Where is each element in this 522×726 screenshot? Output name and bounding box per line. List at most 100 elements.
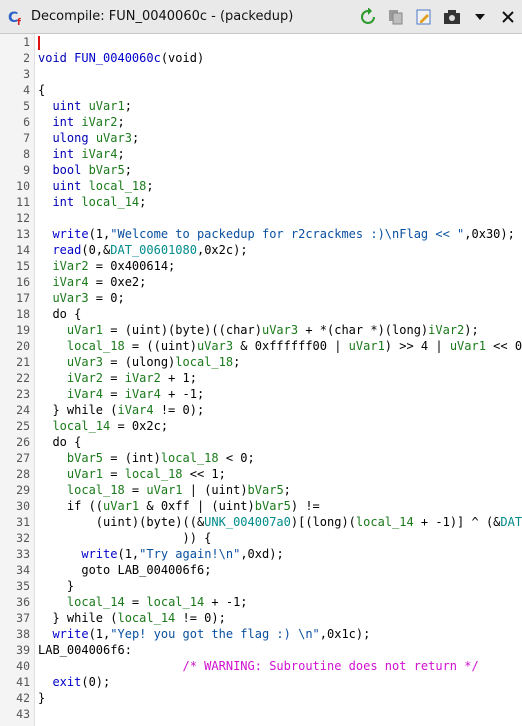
code-token[interactable]: ,0xd); [240,547,283,561]
code-token[interactable]: iVar4 [67,387,103,401]
code-line[interactable]: 31 (uint)(byte)((&UNK_004007a0)[(long)(l… [0,514,522,530]
code-text[interactable]: local_18 = uVar1 | (uint)bVar5; [38,482,291,498]
code-token[interactable]: { [38,83,45,97]
edit-icon[interactable] [414,7,434,27]
code-token[interactable]: uVar1 [146,483,182,497]
code-token[interactable]: goto [38,563,117,577]
code-line[interactable]: 13 write(1,"Welcome to packedup for r2cr… [0,226,522,242]
code-line[interactable]: 27 bVar5 = (int)local_18 < 0; [0,450,522,466]
code-token[interactable] [38,675,52,689]
code-text[interactable]: write(1,"Try again!\n",0xd); [38,546,283,562]
code-token[interactable]: bVar5 [67,451,103,465]
code-token[interactable] [38,483,67,497]
code-text[interactable]: do { [38,434,81,450]
code-token[interactable]: (uint)(byte)((& [38,515,204,529]
code-token[interactable] [38,339,67,353]
code-line[interactable]: 17 uVar3 = 0; [0,290,522,306]
code-token[interactable]: + -1)] ^ (& [414,515,500,529]
code-text[interactable]: uint uVar1; [38,98,131,114]
code-line[interactable]: 14 read(0,&DAT_00601080,0x2c); [0,242,522,258]
code-token[interactable]: local_14 [52,419,110,433]
code-token[interactable]: ; [146,179,153,193]
code-token[interactable]: local_18 [161,451,219,465]
code-line[interactable]: 25 local_14 = 0x2c; [0,418,522,434]
code-token[interactable]: uVar3 [96,131,132,145]
code-token[interactable]: & 0xffffff00 | [233,339,349,353]
code-text[interactable]: do { [38,306,81,322]
code-token[interactable]: (1, [117,547,139,561]
code-token[interactable] [38,323,67,337]
code-token[interactable] [38,259,52,273]
code-token[interactable]: & 0xff | (uint) [139,499,254,513]
code-token[interactable] [38,275,52,289]
code-token[interactable]: bVar5 [248,483,284,497]
code-token[interactable]: (0,& [81,243,110,257]
code-token[interactable] [38,419,52,433]
code-token[interactable]: } [38,691,45,705]
code-text[interactable]: } while (local_14 != 0); [38,610,226,626]
code-text[interactable]: int iVar4; [38,146,124,162]
code-token[interactable]: ; [204,563,211,577]
code-token[interactable]: != 0); [154,403,204,417]
code-line[interactable]: 32 )) { [0,530,522,546]
code-token[interactable]: < 0; [219,451,255,465]
code-line[interactable]: 16 iVar4 = 0xe2; [0,274,522,290]
code-text[interactable]: local_14 = 0x2c; [38,418,168,434]
code-line[interactable]: 29 local_18 = uVar1 | (uint)bVar5; [0,482,522,498]
code-token[interactable]: != 0); [175,611,226,625]
code-token[interactable]: uint [52,179,88,193]
code-line[interactable]: 43 [0,706,522,722]
code-text[interactable]: iVar2 = iVar2 + 1; [38,370,197,386]
code-text[interactable]: ulong uVar3; [38,130,139,146]
code-token[interactable]: void [38,51,74,65]
code-token[interactable]: if (( [38,499,103,513]
code-line[interactable]: 22 iVar2 = iVar2 + 1; [0,370,522,386]
code-token[interactable]: uVar1 [103,499,139,513]
code-token[interactable] [38,227,52,241]
code-token[interactable]: } while ( [38,611,117,625]
code-token[interactable]: exit [52,675,81,689]
code-token[interactable]: (void) [161,51,204,65]
code-token[interactable]: "Try again!\n" [139,547,240,561]
code-token[interactable]: local_18 [175,355,233,369]
code-text[interactable]: local_14 = local_14 + -1; [38,594,248,610]
code-line[interactable]: 21 uVar3 = (ulong)local_18; [0,354,522,370]
code-token[interactable]: write [81,547,117,561]
code-text[interactable]: uVar3 = 0; [38,290,124,306]
code-line[interactable]: 7 ulong uVar3; [0,130,522,146]
code-token[interactable]: ; [117,115,124,129]
code-token[interactable]: local_18 [67,483,125,497]
code-text[interactable]: /* WARNING: Subroutine does not return *… [38,658,479,674]
code-text[interactable]: bVar5 = (int)local_18 < 0; [38,450,255,466]
code-line[interactable]: 38 write(1,"Yep! you got the flag :) \n"… [0,626,522,642]
code-token[interactable]: = [103,467,125,481]
code-text[interactable]: iVar4 = iVar4 + -1; [38,386,204,402]
code-token[interactable] [38,99,52,113]
code-token[interactable]: iVar4 [125,387,161,401]
code-token[interactable]: ,0x30); [464,227,515,241]
code-token[interactable]: ; [117,147,124,161]
code-token[interactable]: local_14 [67,595,125,609]
code-text[interactable]: write(1,"Yep! you got the flag :) \n",0x… [38,626,370,642]
code-token[interactable]: ; [132,131,139,145]
code-text[interactable]: LAB_004006f6: [38,642,132,658]
code-text[interactable]: goto LAB_004006f6; [38,562,211,578]
code-token[interactable]: ulong [52,131,95,145]
code-line[interactable]: 20 local_18 = ((uint)uVar3 & 0xffffff00 … [0,338,522,354]
code-text[interactable]: write(1,"Welcome to packedup for r2crack… [38,226,515,242]
code-token[interactable]: = 0x400614; [89,259,175,273]
code-text[interactable]: } [38,690,45,706]
code-token[interactable]: write [52,627,88,641]
code-line[interactable]: 26 do { [0,434,522,450]
code-token[interactable]: = ((uint) [125,339,197,353]
code-token[interactable]: uVar3 [262,323,298,337]
code-token[interactable]: do { [38,435,81,449]
code-token[interactable]: = (int) [103,451,161,465]
code-token[interactable] [38,659,183,673]
code-token[interactable]: local_14 [356,515,414,529]
code-text[interactable]: } [38,578,74,594]
code-line[interactable]: 28 uVar1 = local_18 << 1; [0,466,522,482]
code-token[interactable]: iVar4 [52,275,88,289]
code-line[interactable]: 15 iVar2 = 0x400614; [0,258,522,274]
code-token[interactable]: ; [125,163,132,177]
